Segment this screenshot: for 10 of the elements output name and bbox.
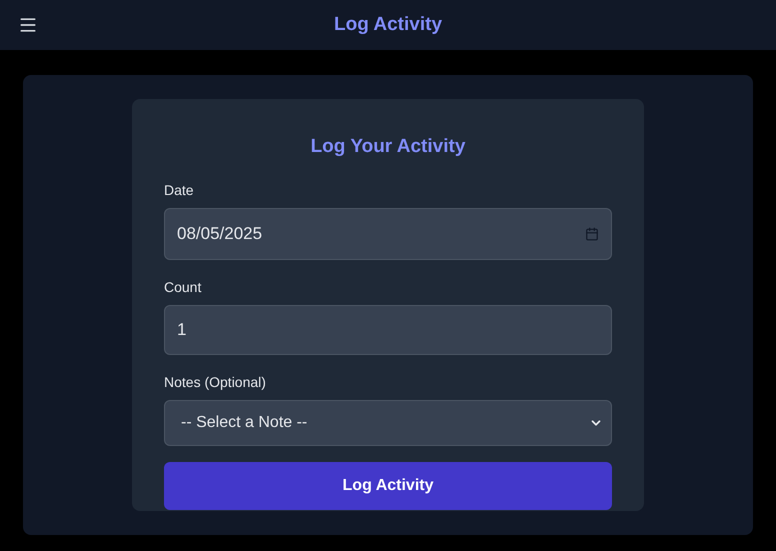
field-label: Date [164,180,195,200]
note-select[interactable]: -- Select a Note -- [164,400,612,446]
field-label: Notes (Optional) [164,372,267,392]
calendar-icon [585,226,599,240]
form-title: Log Your Activity [310,135,466,159]
field-label: Count [164,278,202,296]
date-field[interactable]: 08/05/2025 [164,208,612,260]
count-field[interactable]: 1 [164,304,612,354]
log-activity-button[interactable]: Log Activity [164,462,612,510]
app-title: Log Activity [334,12,442,37]
